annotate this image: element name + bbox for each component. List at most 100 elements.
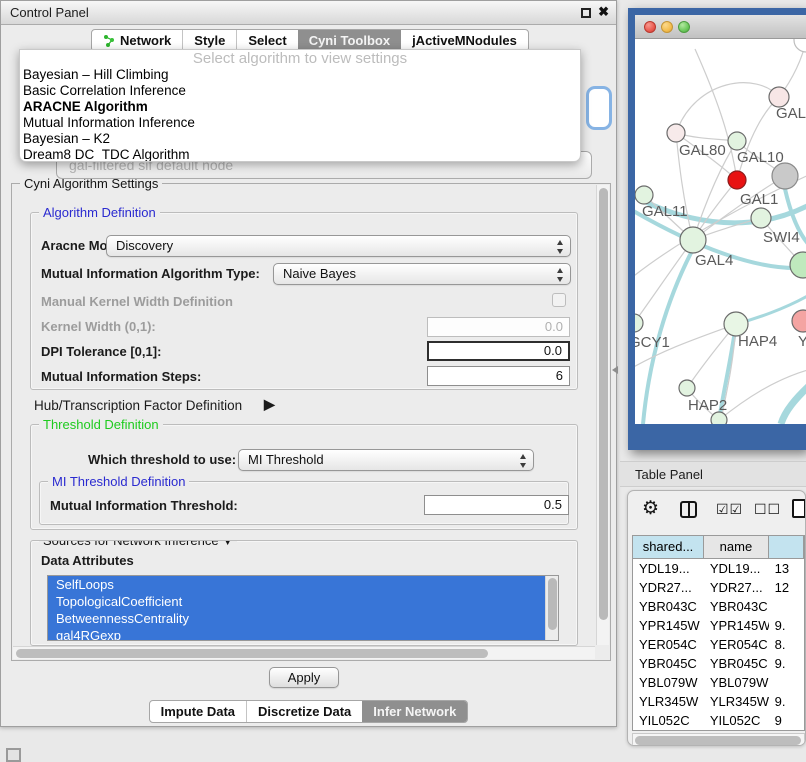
close-traffic-light-icon[interactable] xyxy=(644,21,656,33)
gear-icon[interactable]: ⚙ xyxy=(642,497,659,520)
network-canvas[interactable]: GAL GAL80 GAL10 GAL1 GAL11 SWI4 GAL4 GCY… xyxy=(635,39,806,424)
cell[interactable]: YPR145W xyxy=(633,616,704,635)
cell[interactable]: YBL079W xyxy=(704,673,769,692)
close-icon[interactable]: ✖ xyxy=(598,4,609,20)
cell[interactable]: 8. xyxy=(769,635,804,654)
node-gray[interactable] xyxy=(772,163,798,189)
cell[interactable] xyxy=(769,597,804,616)
cell[interactable]: YBR045C xyxy=(704,654,769,673)
hub-expand-arrow-icon[interactable]: ▶ xyxy=(264,396,275,413)
cell[interactable]: 9 xyxy=(769,711,804,730)
mi-type-combobox[interactable]: Naive Bayes xyxy=(273,263,571,285)
table-row[interactable]: YPR145W YPR145W 9. xyxy=(633,616,804,635)
dropdown-item[interactable]: Bayesian – K2 xyxy=(20,131,580,147)
new-file-icon[interactable] xyxy=(792,499,806,518)
cell[interactable]: YBL079W xyxy=(633,673,704,692)
minimize-traffic-light-icon[interactable] xyxy=(661,21,673,33)
settings-vertical-scrollbar[interactable] xyxy=(596,185,609,645)
select-all-columns-icon[interactable]: ☑☑ xyxy=(716,501,743,518)
cell[interactable]: 9. xyxy=(769,692,804,711)
dropdown-item[interactable]: Mutual Information Inference xyxy=(20,115,580,131)
apply-button[interactable]: Apply xyxy=(269,667,339,688)
cell[interactable]: YER054C xyxy=(704,635,769,654)
node-gal4[interactable] xyxy=(680,227,706,253)
network-window-titlebar[interactable] xyxy=(635,15,806,39)
column-header-partial[interactable] xyxy=(769,536,804,558)
cell[interactable]: YBR043C xyxy=(704,597,769,616)
node-gal11[interactable] xyxy=(635,186,653,204)
table-row[interactable]: YDR27... YDR27... 12 xyxy=(633,578,804,597)
table-row[interactable]: YBR043C YBR043C xyxy=(633,597,804,616)
tab-style[interactable]: Style xyxy=(182,30,236,51)
dropdown-item[interactable]: Bayesian – Hill Climbing xyxy=(20,67,580,83)
dropdown-item[interactable]: Basic Correlation Inference xyxy=(20,83,580,99)
node-swi4[interactable] xyxy=(790,252,806,278)
dropdown-item-selected[interactable]: ARACNE Algorithm xyxy=(20,99,580,115)
table-row[interactable]: YDL19... YDL19... 13 xyxy=(633,559,804,578)
node-selected-red[interactable] xyxy=(728,171,746,189)
cell[interactable]: YER054C xyxy=(633,635,704,654)
cell[interactable]: YDL19... xyxy=(633,559,704,578)
cell[interactable]: YBR043C xyxy=(633,597,704,616)
settings-horizontal-scrollbar[interactable] xyxy=(13,646,595,659)
table-row[interactable]: YBR045C YBR045C 9. xyxy=(633,654,804,673)
deselect-all-columns-icon[interactable]: ☐☐ xyxy=(754,501,781,518)
tab-discretize-data[interactable]: Discretize Data xyxy=(246,701,362,722)
cell[interactable]: 9. xyxy=(769,616,804,635)
cell[interactable]: YPR145W xyxy=(704,616,769,635)
node-gal10[interactable] xyxy=(728,132,746,150)
node-gal80[interactable] xyxy=(667,124,685,142)
cell[interactable]: YIL052C xyxy=(633,711,704,730)
collapsed-panel-icon[interactable] xyxy=(6,748,21,762)
node-gal1[interactable] xyxy=(751,208,771,228)
attribute-item[interactable]: gal4RGexp xyxy=(48,627,558,641)
node-gcy1[interactable] xyxy=(635,314,643,332)
aracne-mode-combobox[interactable]: Discovery xyxy=(106,235,571,257)
data-attributes-list[interactable]: SelfLoops TopologicalCoefficient Between… xyxy=(47,575,559,641)
cell[interactable]: 12 xyxy=(769,578,804,597)
manual-kernel-checkbox[interactable] xyxy=(552,293,566,307)
scrollbar-thumb[interactable] xyxy=(599,188,608,620)
node-salmon[interactable] xyxy=(792,310,806,332)
tab-select[interactable]: Select xyxy=(236,30,297,51)
cell[interactable]: YBR045C xyxy=(633,654,704,673)
table-row[interactable]: YER054C YER054C 8. xyxy=(633,635,804,654)
scrollbar-thumb[interactable] xyxy=(16,649,488,658)
attribute-item[interactable]: SelfLoops xyxy=(48,576,558,593)
attribute-list-scrollbar[interactable] xyxy=(545,576,558,641)
cell[interactable] xyxy=(769,673,804,692)
obscured-focused-combobox[interactable] xyxy=(589,89,609,127)
attribute-item[interactable]: TopologicalCoefficient xyxy=(48,593,558,610)
node-hap2[interactable] xyxy=(679,380,695,396)
cell[interactable]: YLR345W xyxy=(633,692,704,711)
tab-cyni-toolbox[interactable]: Cyni Toolbox xyxy=(298,30,401,51)
column-header-shared-name[interactable]: shared... xyxy=(633,536,704,558)
dropdown-item[interactable]: Dream8 DC_TDC Algorithm xyxy=(20,147,580,162)
divider-collapse-icon[interactable] xyxy=(612,366,618,374)
attribute-item[interactable]: BetweennessCentrality xyxy=(48,610,558,627)
cell[interactable]: YDL19... xyxy=(704,559,769,578)
cell[interactable]: YIL052C xyxy=(704,711,769,730)
hub-definition-label[interactable]: Hub/Transcription Factor Definition xyxy=(34,398,242,413)
cell[interactable]: YDR27... xyxy=(704,578,769,597)
which-threshold-combobox[interactable]: MI Threshold xyxy=(238,449,534,471)
tab-impute-data[interactable]: Impute Data xyxy=(150,701,246,722)
mi-threshold-field[interactable]: 0.5 xyxy=(424,495,569,515)
cell[interactable]: YLR345W xyxy=(704,692,769,711)
dpi-tolerance-field[interactable]: 0.0 xyxy=(427,341,570,361)
scrollbar-thumb[interactable] xyxy=(635,736,801,745)
cell[interactable]: 9. xyxy=(769,654,804,673)
cell[interactable]: 13 xyxy=(769,559,804,578)
sources-collapse-arrow-icon[interactable]: ▼ xyxy=(222,540,233,548)
table-horizontal-scrollbar[interactable] xyxy=(632,733,805,746)
table-row[interactable]: YBL079W YBL079W xyxy=(633,673,804,692)
tab-jactivemnodules[interactable]: jActiveMNodules xyxy=(401,30,528,51)
node-unlabeled[interactable] xyxy=(794,39,806,52)
float-window-icon[interactable] xyxy=(581,8,591,18)
tab-network[interactable]: Network xyxy=(92,30,182,51)
tab-infer-network[interactable]: Infer Network xyxy=(362,701,467,722)
node-gal7[interactable] xyxy=(769,87,789,107)
scrollbar-thumb[interactable] xyxy=(548,578,557,630)
zoom-traffic-light-icon[interactable] xyxy=(678,21,690,33)
kernel-width-field[interactable]: 0.0 xyxy=(427,317,570,337)
